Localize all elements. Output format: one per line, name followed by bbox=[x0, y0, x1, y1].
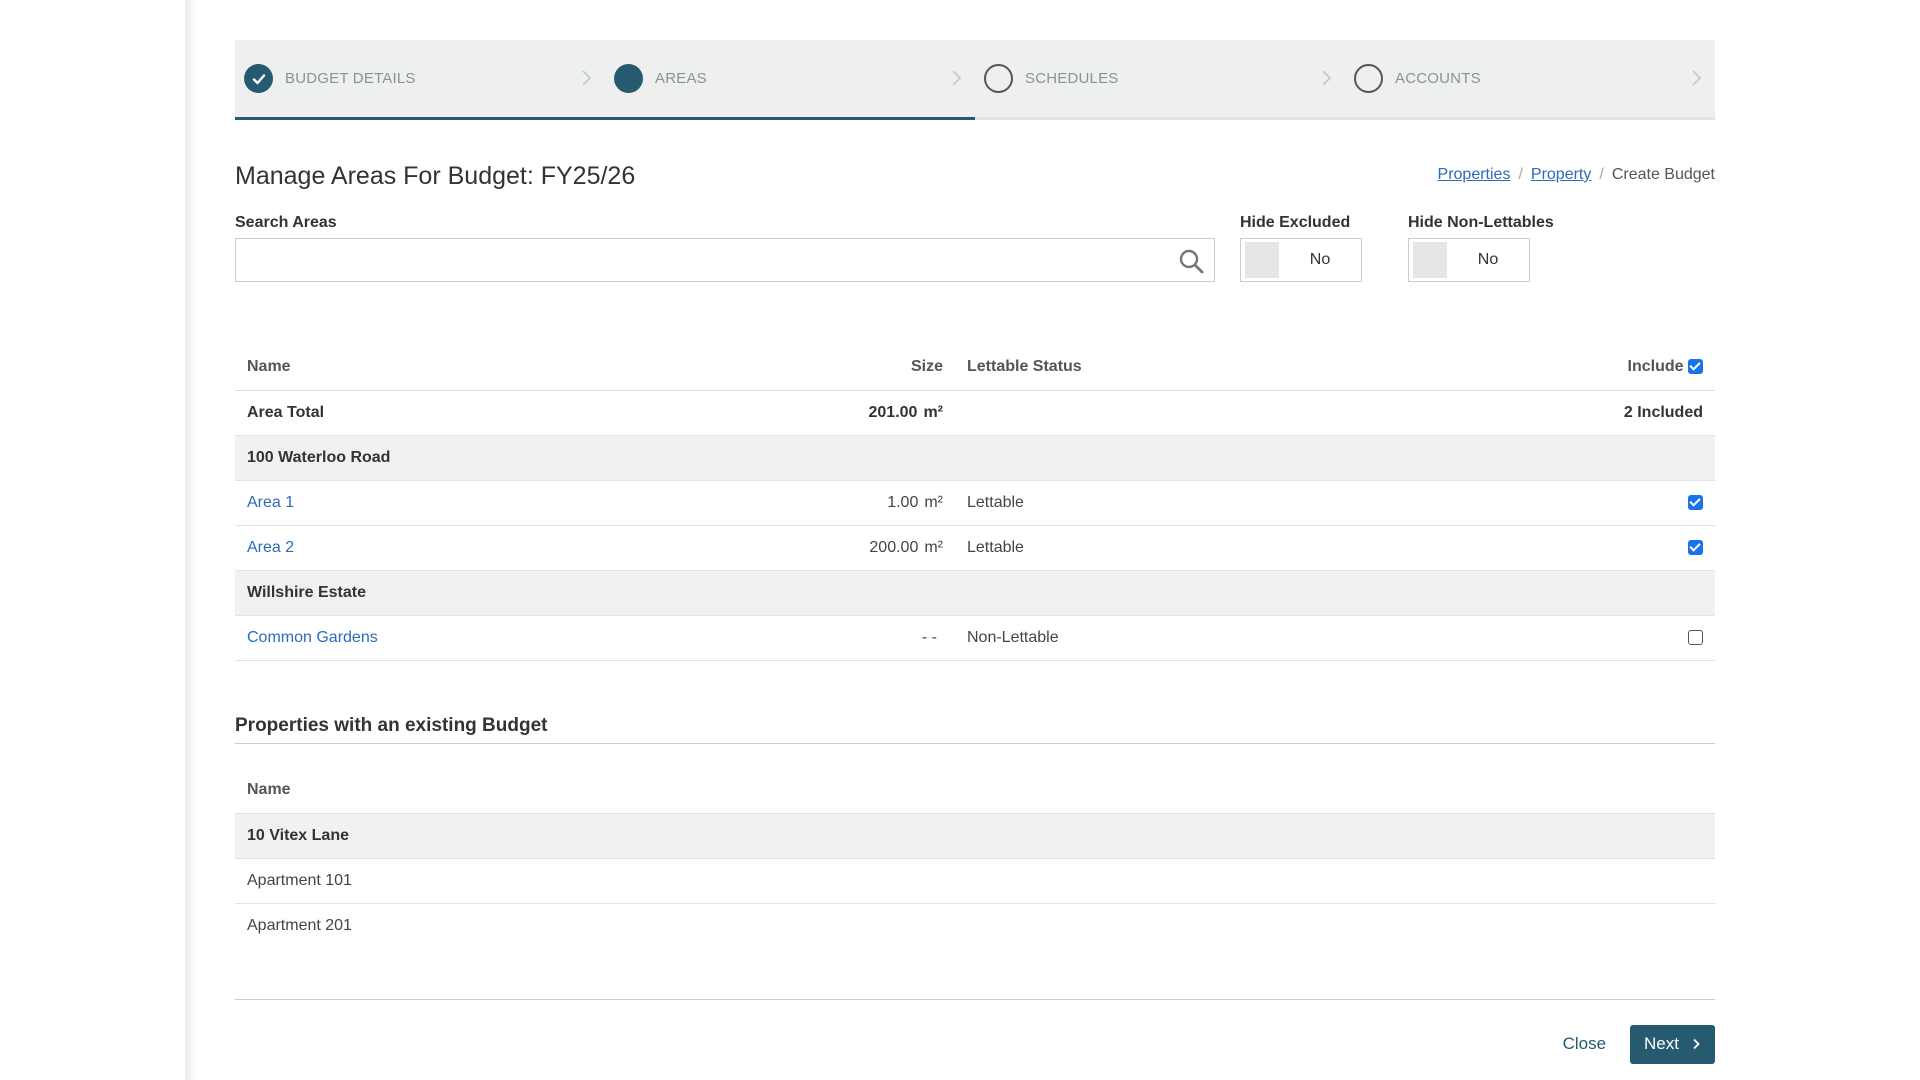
total-included: 2 Included bbox=[1455, 390, 1715, 436]
table-header-row: Name Size Lettable Status Include bbox=[235, 344, 1715, 391]
chevron-right-icon bbox=[1322, 70, 1332, 86]
breadcrumb: Properties / Property / Create Budget bbox=[1438, 166, 1715, 184]
existing-budget-title: Properties with an existing Budget bbox=[235, 715, 1715, 744]
areas-table: Name Size Lettable Status Include Area T… bbox=[235, 344, 1715, 661]
breadcrumb-properties-link[interactable]: Properties bbox=[1438, 166, 1511, 184]
size-value: 200.00 bbox=[869, 538, 919, 556]
wizard-step-label: SCHEDULES bbox=[1025, 70, 1119, 87]
manage-areas-panel: BUDGET DETAILS AREAS SCHEDULES ACCOUNTS … bbox=[235, 40, 1715, 1064]
close-button[interactable]: Close bbox=[1563, 1034, 1606, 1054]
include-cell bbox=[1455, 615, 1715, 661]
group-name: Willshire Estate bbox=[235, 570, 1715, 616]
toggle-knob bbox=[1413, 242, 1447, 278]
search-areas-label: Search Areas bbox=[235, 214, 337, 231]
include-checkbox[interactable] bbox=[1688, 539, 1703, 555]
column-header-size: Size bbox=[835, 344, 955, 391]
include-checkbox[interactable] bbox=[1688, 629, 1703, 645]
lettable-status: Lettable bbox=[955, 480, 1455, 526]
empty-circle-icon bbox=[1354, 64, 1383, 93]
area-link[interactable]: Area 1 bbox=[247, 494, 294, 511]
filters: Search Areas Hide Excluded No Hide Non-L… bbox=[235, 214, 1715, 344]
footer-divider bbox=[235, 998, 1715, 1000]
table-row: Apartment 101 bbox=[235, 858, 1715, 904]
check-circle-icon bbox=[244, 64, 273, 93]
column-header-name: Name bbox=[235, 344, 835, 391]
column-header-name: Name bbox=[235, 743, 1715, 814]
table-row: Area 2 200.00 m² Lettable bbox=[235, 525, 1715, 571]
include-cell bbox=[1455, 480, 1715, 526]
total-size-unit: m² bbox=[923, 403, 943, 421]
breadcrumb-current: Create Budget bbox=[1611, 166, 1715, 183]
size-value: - - bbox=[921, 628, 937, 646]
area-total-row: Area Total 201.00 m² 2 Included bbox=[235, 390, 1715, 436]
include-all-checkbox[interactable] bbox=[1688, 359, 1703, 375]
include-cell bbox=[1455, 525, 1715, 571]
hide-excluded-toggle[interactable]: No bbox=[1240, 238, 1362, 282]
chevron-right-icon bbox=[1692, 70, 1702, 86]
hide-nonlettables-label: Hide Non-Lettables bbox=[1408, 214, 1554, 231]
table-row: Common Gardens - - Non-Lettable bbox=[235, 615, 1715, 661]
search-areas-box bbox=[235, 238, 1215, 282]
size-cell: - - bbox=[835, 615, 955, 661]
wizard-step-label: AREAS bbox=[655, 70, 707, 87]
toggle-knob bbox=[1245, 242, 1279, 278]
include-checkbox[interactable] bbox=[1688, 494, 1703, 510]
lettable-status: Non-Lettable bbox=[955, 615, 1455, 661]
footer-actions: Close Next bbox=[235, 1024, 1715, 1064]
next-button[interactable]: Next bbox=[1630, 1024, 1715, 1064]
existing-budget-table: Name 10 Vitex Lane Apartment 101 Apartme… bbox=[235, 743, 1715, 949]
include-header-label: Include bbox=[1627, 357, 1684, 375]
search-areas-input[interactable] bbox=[236, 239, 1214, 281]
existing-area-name: Apartment 201 bbox=[247, 917, 352, 935]
group-row: 10 Vitex Lane bbox=[235, 813, 1715, 859]
breadcrumb-property-link[interactable]: Property bbox=[1531, 166, 1591, 184]
total-status bbox=[955, 390, 1455, 436]
breadcrumb-separator: / bbox=[1599, 166, 1604, 183]
total-name: Area Total bbox=[235, 390, 835, 436]
group-name: 100 Waterloo Road bbox=[235, 435, 1715, 481]
breadcrumb-separator: / bbox=[1518, 166, 1523, 183]
column-header-include: Include bbox=[1455, 344, 1715, 391]
toggle-value: No bbox=[1477, 251, 1499, 268]
area-link[interactable]: Common Gardens bbox=[247, 629, 378, 646]
table-header-row: Name bbox=[235, 743, 1715, 814]
search-icon[interactable] bbox=[1178, 248, 1204, 274]
page-header: Manage Areas For Budget: FY25/26 Propert… bbox=[235, 120, 1715, 214]
size-cell: 200.00 m² bbox=[835, 525, 955, 571]
group-row: 100 Waterloo Road bbox=[235, 435, 1715, 481]
wizard-step-label: ACCOUNTS bbox=[1395, 70, 1481, 87]
wizard-step-accounts[interactable]: ACCOUNTS bbox=[1345, 40, 1715, 117]
chevron-right-icon bbox=[582, 70, 592, 86]
total-size-value: 201.00 bbox=[868, 403, 918, 421]
size-unit: m² bbox=[924, 493, 943, 511]
next-button-label: Next bbox=[1644, 1034, 1679, 1053]
group-row: Willshire Estate bbox=[235, 570, 1715, 616]
hide-nonlettables-toggle[interactable]: No bbox=[1408, 238, 1530, 282]
chevron-right-icon bbox=[1693, 1038, 1700, 1050]
wizard-steps: BUDGET DETAILS AREAS SCHEDULES ACCOUNTS bbox=[235, 40, 1715, 120]
area-link[interactable]: Area 2 bbox=[247, 539, 294, 556]
size-unit: m² bbox=[924, 538, 943, 556]
wizard-step-label: BUDGET DETAILS bbox=[285, 70, 416, 87]
table-row: Apartment 201 bbox=[235, 904, 1715, 949]
chevron-right-icon bbox=[952, 70, 962, 86]
group-name: 10 Vitex Lane bbox=[235, 813, 1715, 859]
current-step-icon bbox=[614, 64, 643, 93]
toggle-value: No bbox=[1309, 251, 1331, 268]
wizard-step-areas[interactable]: AREAS bbox=[605, 40, 975, 117]
size-cell: 1.00 m² bbox=[835, 480, 955, 526]
column-header-status: Lettable Status bbox=[955, 344, 1455, 391]
existing-area-name: Apartment 101 bbox=[235, 858, 1715, 904]
wizard-step-schedules[interactable]: SCHEDULES bbox=[975, 40, 1345, 117]
size-value: 1.00 bbox=[887, 493, 919, 511]
hide-excluded-label: Hide Excluded bbox=[1240, 214, 1351, 231]
table-row: Area 1 1.00 m² Lettable bbox=[235, 480, 1715, 526]
page-title: Manage Areas For Budget: FY25/26 bbox=[235, 162, 636, 190]
lettable-status: Lettable bbox=[955, 525, 1455, 571]
wizard-step-budget-details[interactable]: BUDGET DETAILS bbox=[235, 40, 605, 117]
panel-shadow bbox=[185, 0, 197, 1080]
empty-circle-icon bbox=[984, 64, 1013, 93]
total-size: 201.00 m² bbox=[835, 390, 955, 436]
